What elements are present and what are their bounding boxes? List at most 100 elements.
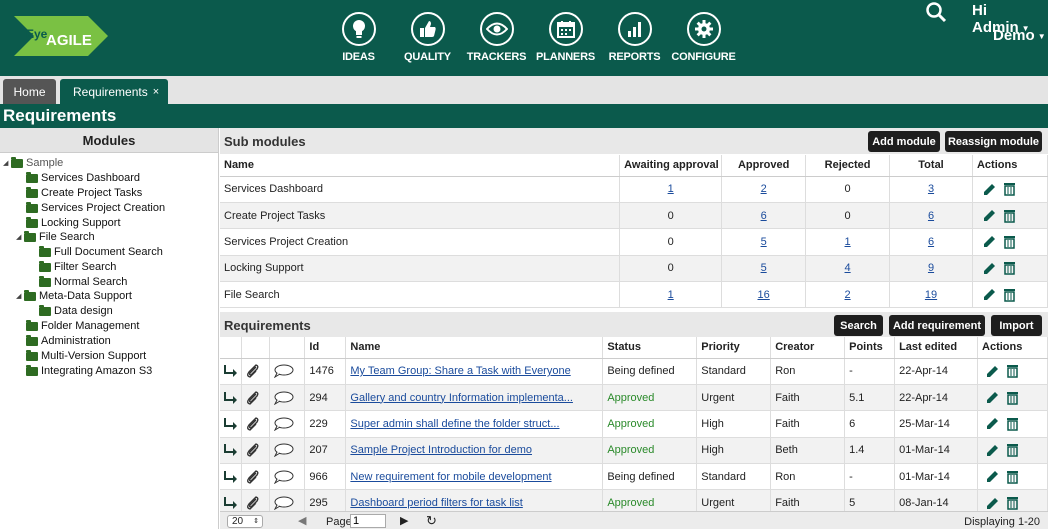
nav-planners[interactable]: PLANNERS (531, 12, 600, 63)
paperclip-icon[interactable] (246, 364, 260, 378)
subtask-arrow-icon[interactable] (224, 418, 238, 431)
expanded-triangle-icon[interactable]: ◢ (3, 159, 11, 167)
close-icon[interactable]: × (153, 86, 159, 98)
paperclip-icon[interactable] (246, 469, 260, 484)
table-row[interactable]: 229 Super admin shall define the folder … (220, 410, 1048, 438)
approved-link[interactable]: 6 (761, 210, 767, 222)
trash-icon[interactable] (1006, 470, 1019, 484)
page-number-input[interactable] (350, 514, 386, 528)
nav-trackers[interactable]: TRACKERS (462, 12, 531, 63)
total-link[interactable]: 6 (928, 236, 934, 248)
awaiting-link[interactable]: 1 (668, 289, 674, 301)
req-name-link[interactable]: New requirement for mobile development (350, 471, 551, 483)
next-page-icon[interactable]: ▶ (400, 514, 408, 527)
trash-icon[interactable] (1006, 364, 1019, 378)
add-requirement-button[interactable]: Add requirement (889, 315, 985, 336)
tree-item[interactable]: Locking Support (26, 216, 121, 230)
pencil-icon[interactable] (986, 497, 999, 510)
tree-item[interactable]: Data design (39, 304, 113, 318)
table-row[interactable]: Services Project Creation 0 5 1 6 (220, 228, 1048, 256)
trash-icon[interactable] (1006, 417, 1019, 431)
table-row[interactable]: Locking Support 0 5 4 9 (220, 255, 1048, 283)
table-row[interactable]: 207 Sample Project Introduction for demo… (220, 437, 1048, 465)
req-name-link[interactable]: Gallery and country Information implemen… (350, 392, 573, 404)
trash-icon[interactable] (1006, 391, 1019, 405)
expanded-triangle-icon[interactable]: ◢ (16, 292, 24, 300)
search-button[interactable]: Search (834, 315, 883, 336)
subtask-arrow-icon[interactable] (224, 365, 238, 378)
pencil-icon[interactable] (986, 417, 999, 430)
col-last-edited[interactable]: Last edited (894, 337, 979, 359)
trash-icon[interactable] (1003, 182, 1016, 196)
reassign-module-button[interactable]: Reassign module (945, 131, 1042, 152)
tree-item[interactable]: Folder Management (26, 319, 139, 333)
trash-icon[interactable] (1003, 261, 1016, 276)
nav-configure[interactable]: CONFIGURE (669, 12, 738, 63)
col-name[interactable]: Name (220, 155, 621, 177)
pencil-icon[interactable] (986, 391, 999, 404)
col-status[interactable]: Status (602, 337, 698, 359)
col-rejected[interactable]: Rejected (805, 155, 891, 177)
paperclip-icon[interactable] (246, 390, 260, 405)
table-row[interactable]: 1476 My Team Group: Share a Task with Ev… (220, 358, 1048, 385)
col-approved[interactable]: Approved (721, 155, 807, 177)
tab-home[interactable]: Home (3, 79, 56, 104)
trash-icon[interactable] (1003, 209, 1016, 223)
total-link[interactable]: 19 (925, 289, 937, 301)
approved-link[interactable]: 5 (761, 262, 767, 274)
req-name-link[interactable]: My Team Group: Share a Task with Everyon… (350, 365, 570, 377)
expanded-triangle-icon[interactable]: ◢ (16, 233, 24, 241)
req-name-link[interactable]: Dashboard period filters for task list (350, 497, 522, 509)
subtask-arrow-icon[interactable] (224, 470, 238, 483)
tree-item[interactable]: Create Project Tasks (26, 186, 142, 200)
approved-link[interactable]: 5 (761, 236, 767, 248)
total-link[interactable]: 9 (928, 262, 934, 274)
search-icon[interactable] (925, 1, 947, 23)
tree-item[interactable]: Administration (26, 334, 111, 348)
pencil-icon[interactable] (986, 365, 999, 378)
nav-quality[interactable]: QUALITY (393, 12, 462, 63)
tree-item[interactable]: Full Document Search (39, 245, 163, 259)
tree-item[interactable]: ◢ Meta-Data Support (16, 289, 132, 303)
project-menu[interactable]: Demo ▼ (993, 27, 1046, 44)
tree-item[interactable]: Filter Search (39, 260, 116, 274)
nav-reports[interactable]: REPORTS (600, 12, 669, 63)
pencil-icon[interactable] (983, 235, 996, 248)
comment-icon[interactable] (274, 364, 294, 379)
table-row[interactable]: 966 New requirement for mobile developme… (220, 463, 1048, 491)
paperclip-icon[interactable] (246, 443, 260, 458)
total-link[interactable]: 3 (928, 183, 934, 195)
subtask-arrow-icon[interactable] (224, 391, 238, 404)
trash-icon[interactable] (1003, 288, 1016, 302)
subtask-arrow-icon[interactable] (224, 497, 238, 510)
table-row[interactable]: 294 Gallery and country Information impl… (220, 384, 1048, 412)
eye-agile-logo[interactable]: Eye AGILE (6, 12, 110, 60)
approved-link[interactable]: 2 (761, 183, 767, 195)
approved-link[interactable]: 16 (758, 289, 770, 301)
total-link[interactable]: 6 (928, 210, 934, 222)
col-priority[interactable]: Priority (696, 337, 772, 359)
subtask-arrow-icon[interactable] (224, 444, 238, 457)
pencil-icon[interactable] (983, 183, 996, 196)
trash-icon[interactable] (1006, 443, 1019, 458)
tree-root[interactable]: ◢ Sample (3, 156, 63, 170)
page-size-select[interactable]: 20 ⇕ (227, 515, 263, 528)
awaiting-link[interactable]: 1 (668, 183, 674, 195)
col-points[interactable]: Points (844, 337, 896, 359)
col-creator[interactable]: Creator (770, 337, 846, 359)
req-name-link[interactable]: Sample Project Introduction for demo (350, 444, 532, 456)
pencil-icon[interactable] (983, 262, 996, 275)
col-total[interactable]: Total (889, 155, 973, 177)
prev-page-icon[interactable]: ◀ (298, 514, 306, 527)
rejected-link[interactable]: 1 (845, 236, 851, 248)
comment-icon[interactable] (274, 443, 294, 458)
paperclip-icon[interactable] (246, 417, 260, 431)
paperclip-icon[interactable] (246, 496, 260, 510)
nav-ideas[interactable]: IDEAS (324, 12, 393, 63)
col-id[interactable]: Id (304, 337, 347, 359)
tree-item[interactable]: Services Project Creation (26, 201, 165, 215)
pencil-icon[interactable] (983, 209, 996, 222)
tree-item[interactable]: Multi-Version Support (26, 349, 146, 363)
table-row[interactable]: File Search 1 16 2 19 (220, 281, 1048, 309)
trash-icon[interactable] (1003, 235, 1016, 249)
